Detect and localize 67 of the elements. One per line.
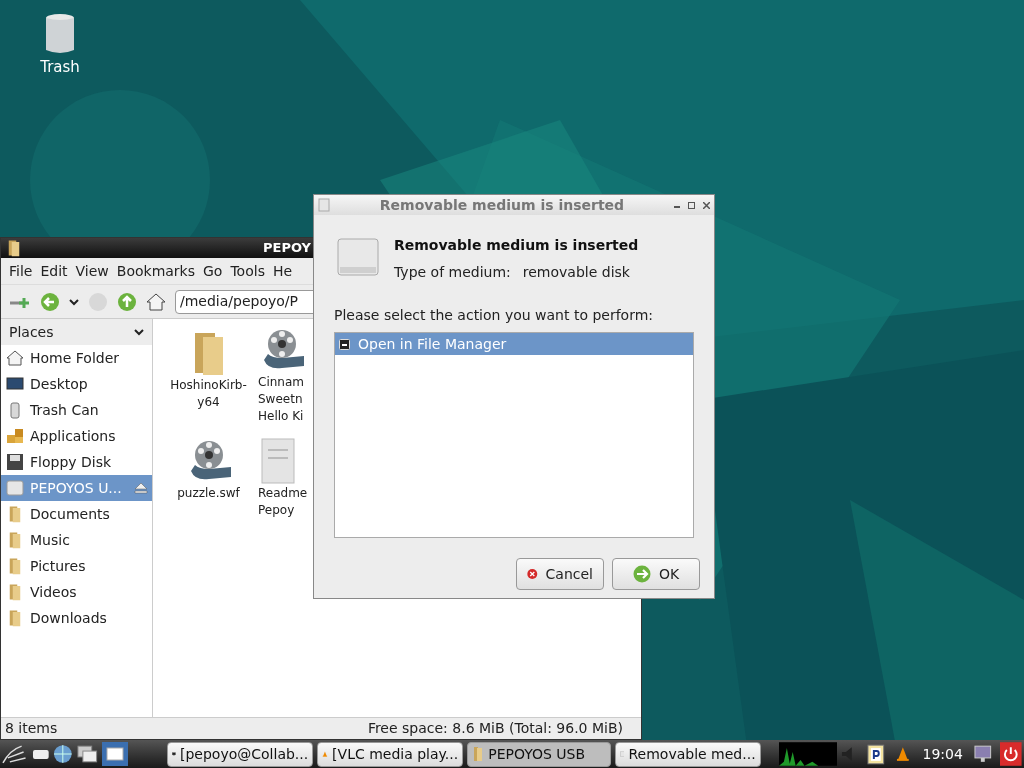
windows-icon[interactable] [76,744,99,764]
chevron-down-icon[interactable] [134,328,144,336]
desktop-pager[interactable] [102,742,128,766]
globe-icon[interactable] [53,744,73,764]
document-icon [258,437,298,485]
package-icon [6,427,24,445]
maximize-icon[interactable] [688,201,695,209]
place-item[interactable]: Home Folder [1,345,152,371]
medium-type-label: Type of medium: [394,263,511,282]
task-button[interactable]: [VLC media play... [317,741,464,767]
item-count: 8 items [5,719,58,738]
place-item[interactable]: Desktop [1,371,152,397]
places-title: Places [9,322,54,342]
place-item[interactable]: Applications [1,423,152,449]
prompt-text: Please select the action you want to perform: [334,306,655,325]
chevron-down-icon[interactable] [69,297,79,306]
menu-item[interactable]: View [71,260,113,282]
menu-item[interactable]: He [268,260,297,282]
desktop-icon-label[interactable]: Trash [40,56,80,79]
task-button[interactable]: PEPOYOS USB [467,741,611,767]
listing-entry[interactable]: HoshinoKirb- y64 [161,325,256,425]
floppy-icon [6,453,24,471]
listing-entry[interactable]: puzzle.swf [161,433,256,533]
place-item[interactable]: Documents [1,501,152,527]
drive-icon [336,235,380,279]
menu-item[interactable]: Go [199,260,227,282]
listing-entry[interactable]: Cinnam Sweetn Hello Ki [256,325,312,425]
network-icon[interactable] [972,744,993,764]
menu-item[interactable]: File [5,260,37,282]
window-title: PEPOY [263,239,311,258]
free-space: Free space: 8.6 MiB (Total: 96.0 MiB) [367,719,623,738]
menu-item[interactable]: Edit [36,260,72,282]
traffic-cone-icon[interactable] [894,746,911,762]
forward-icon [633,565,651,583]
listing-entry[interactable]: Readme Pepoy [256,433,312,533]
eject-icon[interactable] [134,482,148,494]
window-icon [318,198,330,212]
place-item[interactable]: Floppy Disk [1,449,152,475]
place-item[interactable]: Downloads [1,605,152,631]
medium-type-value: removable disk [522,263,630,282]
clipboard-icon[interactable] [867,743,885,765]
dialog-heading: Removable medium is inserted [394,236,639,255]
monitor-icon [6,375,24,393]
place-item[interactable]: Music [1,527,152,553]
window-icon [106,746,125,762]
back-icon[interactable] [40,291,60,312]
place-item[interactable]: Pictures [1,553,152,579]
task-button[interactable]: Removable med... [614,741,761,767]
ok-button[interactable]: OK [612,558,700,590]
window-title: Removable medium is inserted [378,195,626,215]
place-item[interactable]: Videos [1,579,152,605]
folder-icon [472,746,485,762]
home-icon[interactable] [146,291,166,312]
menu-item[interactable]: Bookmarks [112,260,199,282]
up-icon[interactable] [117,291,137,312]
cpu-graph [778,742,838,766]
place-item[interactable]: Trash Can [1,397,152,423]
cancel-button[interactable]: Cancel [516,558,604,590]
task-button[interactable]: [pepoyo@Collab... [167,741,314,767]
house-icon [6,349,24,367]
power-icon[interactable] [1000,742,1022,766]
close-icon[interactable] [703,201,710,209]
drive-icon [339,338,350,350]
menu-item[interactable]: Tools [226,260,269,282]
drive-icon [6,479,24,497]
clock[interactable]: 19:04 [922,743,963,765]
trash-icon[interactable] [44,12,76,56]
